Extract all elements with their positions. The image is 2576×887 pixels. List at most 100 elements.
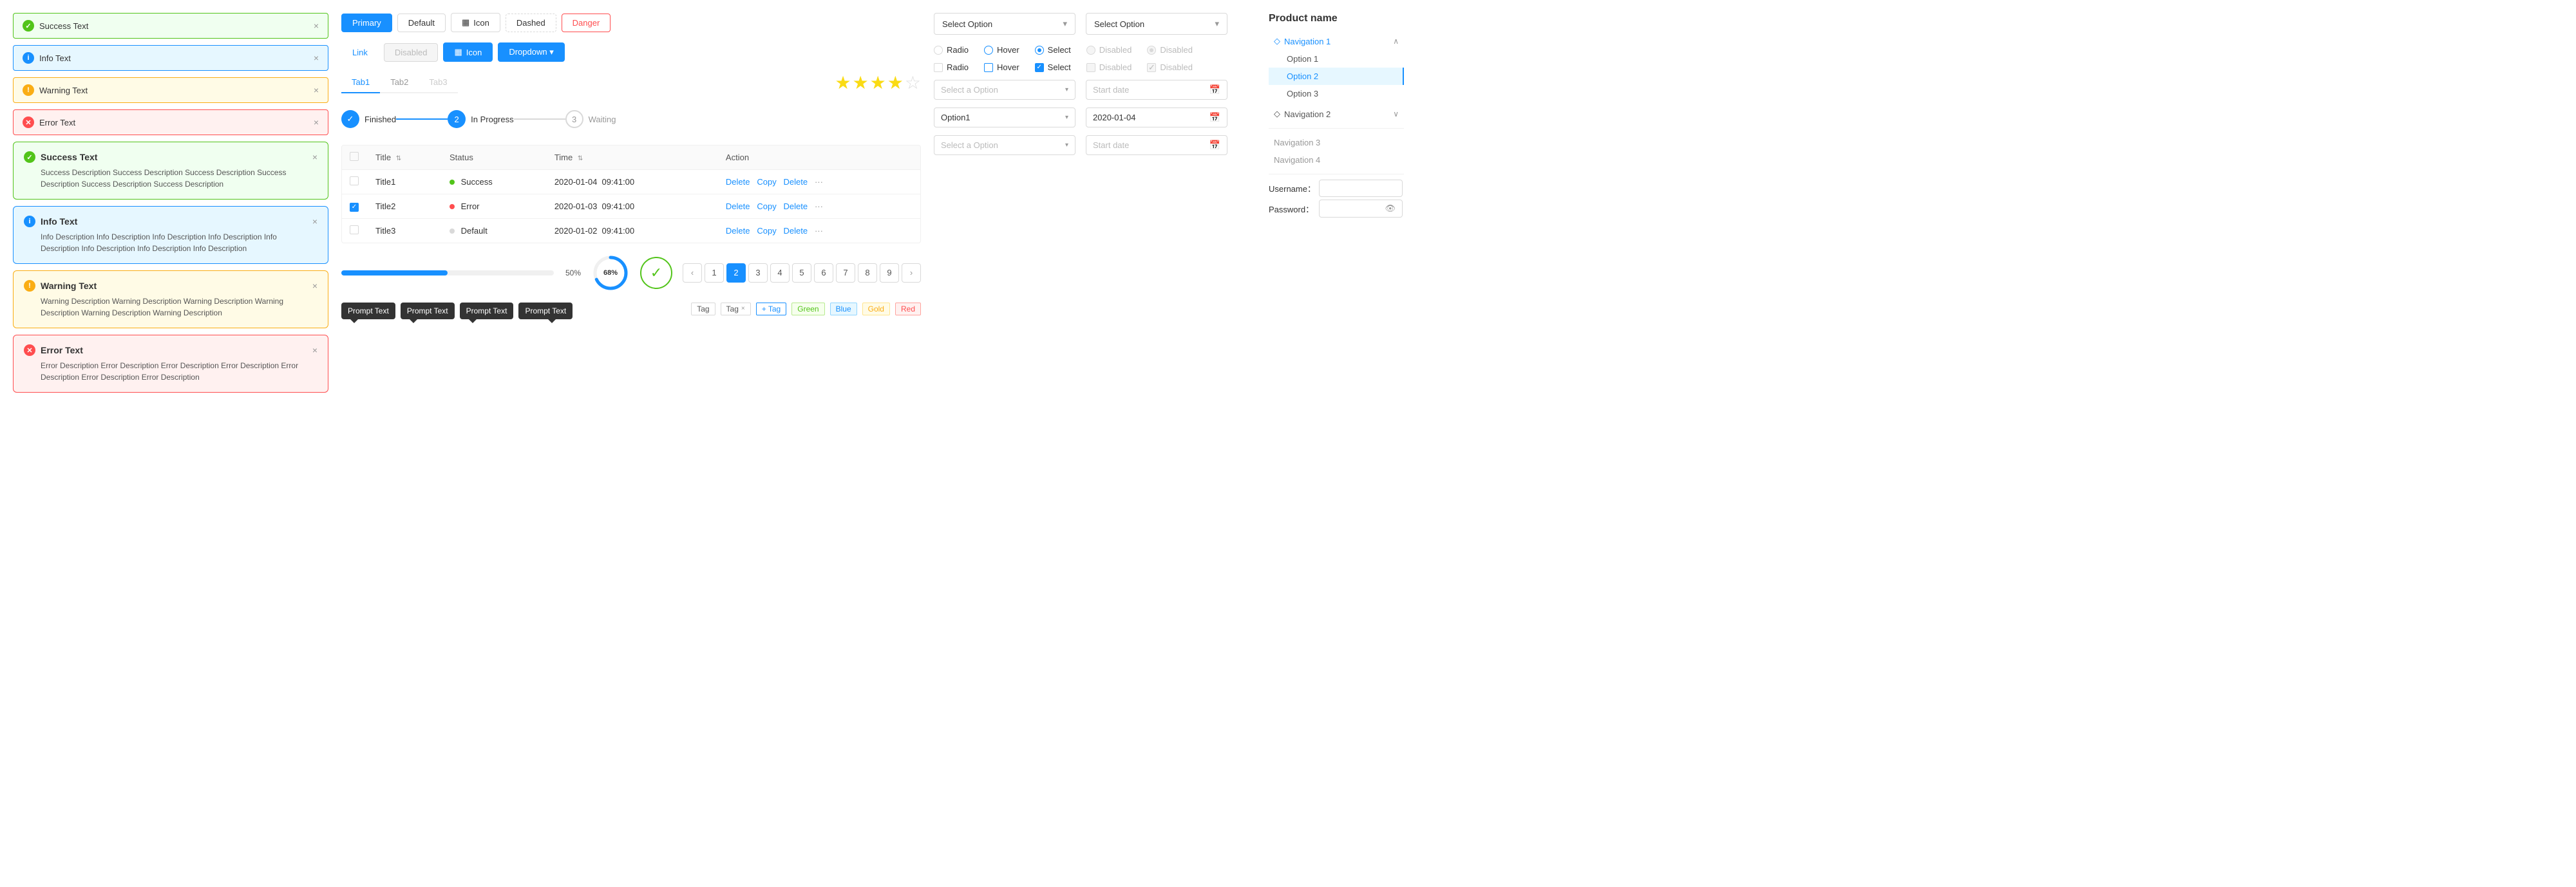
password-field[interactable] (1326, 204, 1385, 214)
tooltip-1: Prompt Text (341, 303, 395, 319)
prev-page-button[interactable]: ‹ (683, 263, 702, 283)
delete-action-2[interactable]: Delete (784, 177, 808, 187)
alert-close-button[interactable]: × (312, 217, 317, 226)
alert-info-detailed: i Info Text × Info Description Info Desc… (13, 206, 328, 264)
dashed-button[interactable]: Dashed (506, 14, 556, 32)
alert-close-button[interactable]: × (314, 86, 319, 95)
star-5[interactable]: ☆ (905, 72, 921, 93)
radio-label: Disabled (1099, 45, 1132, 55)
alert-close-button[interactable]: × (314, 21, 319, 30)
date-box-1[interactable]: Start date 📅 (1086, 80, 1227, 100)
table-header-time[interactable]: Time ⇅ (547, 145, 718, 170)
radio-button-selected[interactable] (1035, 46, 1044, 55)
page-button-6[interactable]: 6 (814, 263, 833, 283)
nav-item-option2[interactable]: Option 2 (1269, 68, 1404, 85)
alert-close-button[interactable]: × (312, 281, 317, 290)
more-action[interactable]: ··· (815, 201, 823, 211)
delete-action-2[interactable]: Delete (784, 226, 808, 236)
row-status: Error (442, 194, 547, 219)
alert-close-button[interactable]: × (314, 53, 319, 62)
dropdown-labels: Select Option ▾ Select Option ▾ (934, 13, 1243, 35)
tab-tab2[interactable]: Tab2 (380, 72, 419, 93)
alert-description: Warning Description Warning Description … (24, 295, 317, 319)
select-box-2[interactable]: Option1 ▾ (934, 107, 1075, 127)
date-box-2[interactable]: 2020-01-04 📅 (1086, 107, 1227, 127)
next-page-button[interactable]: › (902, 263, 921, 283)
select-option-2[interactable]: Select Option ▾ (1086, 13, 1227, 35)
row-checkbox-checked[interactable]: ✓ (350, 203, 359, 212)
chevron-down-icon: ∨ (1393, 109, 1399, 118)
delete-action[interactable]: Delete (726, 226, 750, 236)
alert-close-button[interactable]: × (312, 346, 317, 355)
checkbox-input-hover[interactable] (984, 63, 993, 72)
star-1[interactable]: ★ (835, 72, 851, 93)
page-button-5[interactable]: 5 (792, 263, 811, 283)
star-4[interactable]: ★ (887, 72, 904, 93)
table-header-title[interactable]: Title ⇅ (368, 145, 442, 170)
checkbox-input-unchecked[interactable] (934, 63, 943, 72)
checkbox-input-disabled-checked: ✓ (1147, 63, 1156, 72)
pagination[interactable]: ‹ 1 2 3 4 5 6 7 8 9 › (683, 263, 921, 283)
checkbox-input-checked[interactable]: ✓ (1035, 63, 1044, 72)
dropdown-button[interactable]: Dropdown ▾ (498, 42, 564, 62)
page-button-9[interactable]: 9 (880, 263, 899, 283)
more-action[interactable]: ··· (815, 226, 823, 236)
select-box-1[interactable]: Select a Option ▾ (934, 80, 1075, 100)
copy-action[interactable]: Copy (757, 226, 776, 236)
radio-button-hover[interactable] (984, 46, 993, 55)
star-3[interactable]: ★ (870, 72, 886, 93)
tag-add-button[interactable]: + Tag (756, 303, 786, 315)
icon-button[interactable]: ▦ Icon (451, 13, 500, 32)
checkbox-selected[interactable]: ✓ Select (1035, 62, 1071, 72)
star-rating[interactable]: ★ ★ ★ ★ ☆ (835, 72, 921, 93)
tooltip-2: Prompt Text (401, 303, 455, 319)
default-button[interactable]: Default (397, 14, 446, 32)
page-button-2[interactable]: 2 (726, 263, 746, 283)
nav-section-1-header[interactable]: ◇ Navigation 1 ∧ (1269, 32, 1404, 50)
page-button-8[interactable]: 8 (858, 263, 877, 283)
nav-section-2-header[interactable]: ◇ Navigation 2 ∨ (1269, 105, 1404, 123)
tab-tab1[interactable]: Tab1 (341, 72, 380, 93)
select-box-3[interactable]: Select a Option ▾ (934, 135, 1075, 155)
nav-item-option3[interactable]: Option 3 (1269, 85, 1404, 102)
step-circle-active: 2 (448, 110, 466, 128)
eye-icon[interactable]: 👁 (1385, 203, 1396, 214)
nav-section-2-label: Navigation 2 (1284, 109, 1331, 119)
radio-disabled-selected: Disabled (1147, 45, 1193, 55)
tabs: Tab1 Tab2 Tab3 (341, 72, 458, 93)
page-button-1[interactable]: 1 (705, 263, 724, 283)
delete-action-2[interactable]: Delete (784, 201, 808, 211)
row-checkbox[interactable] (350, 176, 359, 185)
radio-button-unchecked[interactable] (934, 46, 943, 55)
page-button-4[interactable]: 4 (770, 263, 790, 283)
delete-action[interactable]: Delete (726, 177, 750, 187)
nav-item-4[interactable]: Navigation 4 (1269, 151, 1404, 169)
row-checkbox[interactable] (350, 225, 359, 234)
copy-action[interactable]: Copy (757, 201, 776, 211)
checkbox-hover[interactable]: Hover (984, 62, 1019, 72)
alert-close-button[interactable]: × (312, 153, 317, 162)
more-action[interactable]: ··· (815, 177, 823, 187)
primary-button[interactable]: Primary (341, 14, 392, 32)
icon-blue-button[interactable]: ▦ Icon (443, 42, 493, 62)
tag-close-icon[interactable]: × (741, 305, 745, 312)
delete-action[interactable]: Delete (726, 201, 750, 211)
password-input[interactable]: 👁 (1319, 200, 1403, 218)
nav-item-option1[interactable]: Option 1 (1269, 50, 1404, 68)
select-all-checkbox[interactable] (350, 152, 359, 161)
page-button-7[interactable]: 7 (836, 263, 855, 283)
select-option-1[interactable]: Select Option ▾ (934, 13, 1075, 35)
alert-close-button[interactable]: × (314, 118, 319, 127)
step-finished: ✓ Finished (341, 110, 396, 128)
star-2[interactable]: ★ (853, 72, 869, 93)
nav-section-1-items: Option 1 Option 2 Option 3 (1269, 50, 1404, 102)
username-input[interactable] (1319, 180, 1403, 197)
date-box-3[interactable]: Start date 📅 (1086, 135, 1227, 155)
copy-action[interactable]: Copy (757, 177, 776, 187)
link-button[interactable]: Link (341, 43, 379, 62)
alert-description: Error Description Error Description Erro… (24, 360, 317, 383)
nav-item-3[interactable]: Navigation 3 (1269, 134, 1404, 151)
page-button-3[interactable]: 3 (748, 263, 768, 283)
checkbox-unchecked[interactable]: Radio (934, 62, 969, 72)
danger-button[interactable]: Danger (562, 14, 611, 32)
